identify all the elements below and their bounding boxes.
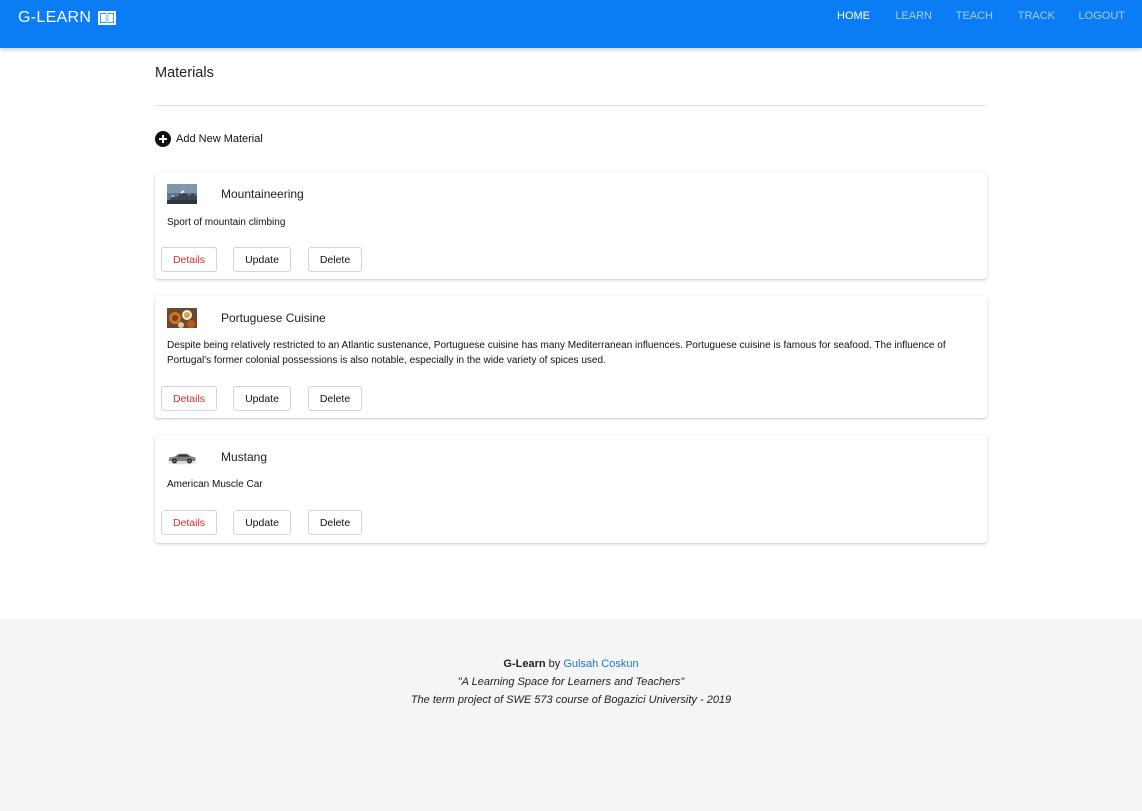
author-link[interactable]: Gulsah Coskun: [563, 658, 638, 670]
page-footer: G-Learn by Gulsah Coskun "A Learning Spa…: [0, 619, 1142, 811]
delete-button[interactable]: Delete: [308, 386, 362, 411]
mountain-thumbnail: [167, 184, 197, 204]
details-button[interactable]: Details: [161, 386, 217, 411]
nav-home[interactable]: HOME: [837, 10, 870, 22]
footer-brand: G-Learn: [503, 658, 546, 670]
footer-by: by: [548, 658, 561, 670]
top-navbar: G-LEARN HOME LEARN TEACH TRACK LOGOUT: [0, 0, 1142, 48]
book-icon: [98, 11, 117, 25]
delete-button[interactable]: Delete: [308, 247, 362, 272]
material-card-mountaineering: Mountaineering Sport of mountain climbin…: [155, 172, 987, 279]
nav-teach[interactable]: TEACH: [956, 10, 993, 22]
material-description: Despite being relatively restricted to a…: [167, 340, 946, 366]
brand-link[interactable]: G-LEARN: [18, 9, 117, 27]
update-button[interactable]: Update: [233, 386, 291, 411]
material-title: Mountaineering: [221, 187, 304, 201]
material-description: American Muscle Car: [167, 479, 263, 490]
details-button[interactable]: Details: [161, 247, 217, 272]
material-description: Sport of mountain climbing: [167, 217, 286, 228]
footer-note: The term project of SWE 573 course of Bo…: [410, 694, 732, 706]
add-material-button[interactable]: Add New Material: [155, 131, 263, 147]
material-card-mustang: Mustang American Muscle Car Details Upda…: [155, 435, 987, 543]
nav-learn[interactable]: LEARN: [895, 10, 932, 22]
material-title: Portuguese Cuisine: [221, 311, 326, 325]
update-button[interactable]: Update: [233, 247, 291, 272]
update-button[interactable]: Update: [233, 510, 291, 535]
food-thumbnail: [167, 308, 197, 328]
delete-button[interactable]: Delete: [308, 510, 362, 535]
nav-logout[interactable]: LOGOUT: [1079, 10, 1125, 22]
footer-tagline: "A Learning Space for Learners and Teach…: [457, 676, 685, 688]
add-material-label: Add New Material: [176, 133, 263, 145]
details-button[interactable]: Details: [161, 510, 217, 535]
brand-name: G-LEARN: [18, 9, 92, 26]
footer-credit: G-Learn by Gulsah Coskun: [0, 658, 1142, 670]
car-thumbnail: [167, 447, 197, 467]
material-card-portuguese-cuisine: Portuguese Cuisine Despite being relativ…: [155, 296, 987, 418]
page-title: Materials: [155, 65, 214, 81]
material-title: Mustang: [221, 450, 268, 464]
nav-track[interactable]: TRACK: [1018, 10, 1055, 22]
plus-circle-icon: [155, 131, 171, 147]
title-divider: [155, 105, 987, 106]
